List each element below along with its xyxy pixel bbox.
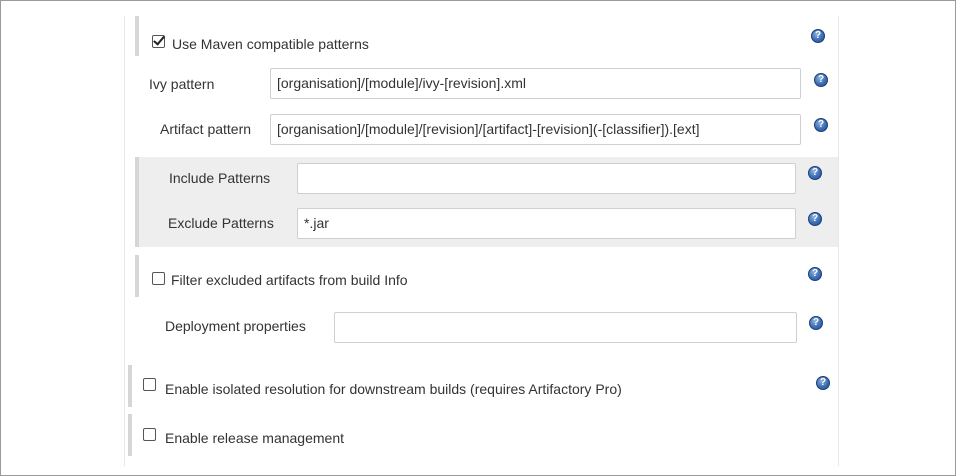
help-icon[interactable]: ? bbox=[808, 166, 822, 180]
help-icon[interactable]: ? bbox=[814, 73, 828, 87]
help-icon[interactable]: ? bbox=[809, 316, 823, 330]
deployment-properties-label: Deployment properties bbox=[165, 318, 306, 334]
config-panel: Use Maven compatible patterns ? Ivy patt… bbox=[124, 16, 839, 466]
ivy-pattern-field[interactable]: [organisation]/[module]/ivy-[revision].x… bbox=[270, 68, 801, 99]
include-patterns-label: Include Patterns bbox=[169, 170, 271, 186]
help-icon[interactable]: ? bbox=[816, 376, 830, 390]
filter-excluded-checkbox[interactable] bbox=[152, 272, 165, 285]
maven-patterns-checkbox[interactable] bbox=[152, 35, 165, 48]
exclude-patterns-field[interactable]: *.jar bbox=[297, 208, 796, 239]
isolated-resolution-checkbox[interactable] bbox=[143, 378, 156, 391]
section-indicator-maven bbox=[135, 16, 139, 56]
section-indicator-filter bbox=[135, 255, 139, 297]
artifact-pattern-label: Artifact pattern bbox=[160, 121, 252, 137]
filter-excluded-label: Filter excluded artifacts from build Inf… bbox=[171, 272, 408, 288]
help-icon[interactable]: ? bbox=[814, 118, 828, 132]
release-management-label: Enable release management bbox=[165, 430, 345, 446]
artifact-pattern-field[interactable]: [organisation]/[module]/[revision]/[arti… bbox=[270, 114, 801, 145]
exclude-patterns-label: Exclude Patterns bbox=[168, 215, 274, 231]
section-indicator-patterns bbox=[135, 157, 139, 247]
section-indicator-isolated bbox=[128, 365, 132, 407]
deployment-properties-field[interactable] bbox=[334, 312, 797, 343]
help-icon[interactable]: ? bbox=[811, 29, 825, 43]
section-indicator-release bbox=[128, 414, 132, 456]
help-icon[interactable]: ? bbox=[808, 267, 822, 281]
release-management-checkbox[interactable] bbox=[143, 428, 156, 441]
maven-patterns-label: Use Maven compatible patterns bbox=[172, 36, 369, 52]
ivy-pattern-label: Ivy pattern bbox=[149, 76, 215, 92]
isolated-resolution-label: Enable isolated resolution for downstrea… bbox=[165, 381, 622, 397]
include-patterns-field[interactable] bbox=[297, 163, 796, 194]
help-icon[interactable]: ? bbox=[808, 212, 822, 226]
